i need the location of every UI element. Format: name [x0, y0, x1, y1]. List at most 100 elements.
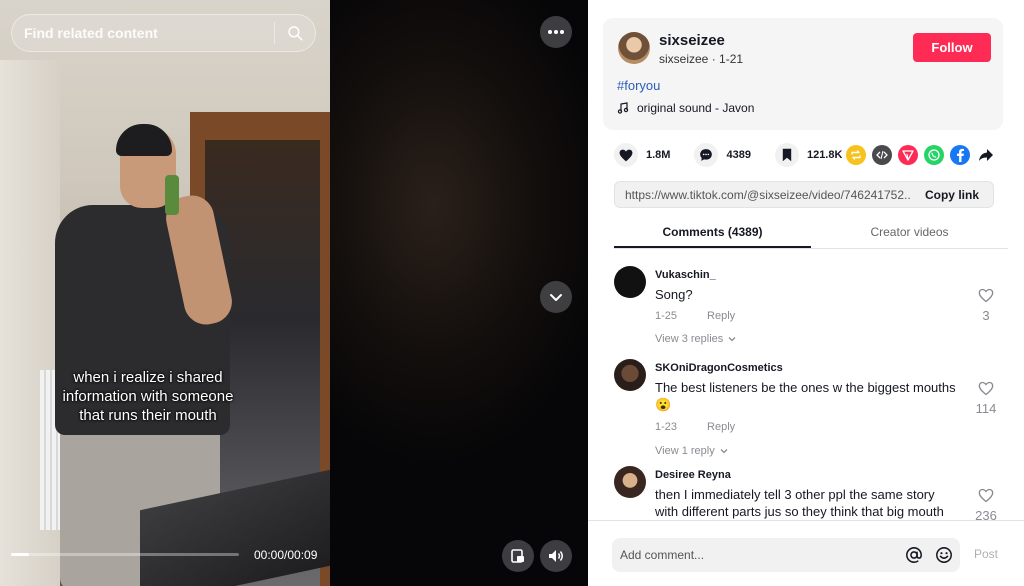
- comment-input-wrapper: [612, 538, 960, 572]
- embed-button[interactable]: [872, 145, 892, 165]
- like-stat: 1.8M: [614, 143, 670, 167]
- view-replies-label: View 3 replies: [655, 333, 724, 345]
- video-caption: when i realize i shared information with…: [30, 368, 266, 425]
- like-count: 1.8M: [646, 149, 671, 161]
- repost-button[interactable]: [846, 145, 866, 165]
- chevron-down-icon: [728, 337, 736, 342]
- hashtag-link[interactable]: #foryou: [617, 78, 660, 93]
- search-button[interactable]: [275, 14, 315, 52]
- copy-link-button[interactable]: Copy link: [911, 188, 993, 202]
- comment-like-count: 236: [975, 508, 997, 520]
- search-icon: [288, 26, 303, 41]
- caption-line: information with someone: [62, 388, 234, 405]
- video-pane: when i realize i shared information with…: [0, 0, 588, 586]
- save-button[interactable]: [774, 143, 799, 167]
- bookmark-icon: [782, 148, 792, 162]
- app-root: when i realize i shared information with…: [0, 0, 1024, 586]
- author-card: sixseizee sixseizee · 1-21 Follow #foryo…: [603, 18, 1003, 130]
- author-handle[interactable]: sixseizee: [659, 52, 708, 66]
- comment-stat: 4389: [694, 143, 751, 167]
- comment-input[interactable]: [612, 548, 900, 562]
- comment-like-count: 114: [975, 401, 997, 416]
- comment-text: then I immediately tell 3 other ppl the …: [655, 487, 944, 519]
- comment-meta: 1-25 Reply: [655, 310, 735, 322]
- chevron-down-icon: [550, 294, 562, 301]
- comment-button[interactable]: [694, 143, 719, 167]
- like-button[interactable]: [614, 143, 638, 167]
- comment-item: SKOniDragonCosmetics The best listeners …: [614, 359, 1014, 463]
- follow-button[interactable]: Follow: [913, 33, 991, 62]
- send-button[interactable]: [898, 145, 918, 165]
- caption-line: that runs their mouth: [79, 407, 217, 424]
- commenter-avatar[interactable]: [614, 266, 646, 298]
- reply-button[interactable]: Reply: [707, 310, 735, 322]
- sound-label: original sound - Javon: [637, 101, 755, 115]
- heart-outline-icon: [978, 381, 994, 396]
- comment-count: 4389: [726, 149, 751, 161]
- commenter-name[interactable]: SKOniDragonCosmetics: [655, 362, 783, 374]
- post-date: 1-21: [719, 52, 744, 66]
- share-more-button[interactable]: [976, 145, 996, 165]
- heart-outline-icon: [978, 488, 994, 503]
- view-replies-button[interactable]: View 3 replies: [655, 333, 737, 345]
- search-bar: [11, 14, 316, 52]
- mention-button[interactable]: [900, 541, 928, 569]
- engagement-stats: 1.8M 4389 121.8K: [614, 143, 866, 167]
- comment-item: Vukaschin_ Song? 1-25 Reply View 3 repli…: [614, 266, 1014, 356]
- commenter-name[interactable]: Vukaschin_: [655, 269, 716, 281]
- whatsapp-icon: [928, 149, 940, 161]
- save-stat: 121.8K: [774, 143, 842, 167]
- emoji-icon: [936, 547, 952, 563]
- commenter-avatar[interactable]: [614, 466, 646, 498]
- sound-link[interactable]: original sound - Javon: [617, 101, 754, 115]
- view-replies-button[interactable]: View 1 reply: [655, 445, 729, 457]
- comment-composer: Post: [588, 520, 1024, 586]
- comment-like-button[interactable]: 3: [974, 288, 998, 323]
- panel-tabs: Comments (4389) Creator videos: [614, 220, 1008, 249]
- video-progress-bar[interactable]: [11, 553, 239, 556]
- search-input[interactable]: [12, 15, 274, 51]
- author-username[interactable]: sixseizee: [659, 32, 725, 49]
- author-avatar[interactable]: [618, 32, 650, 64]
- post-comment-button[interactable]: Post: [974, 547, 998, 561]
- volume-icon: [549, 550, 563, 562]
- comment-text: Song?: [655, 287, 693, 302]
- next-video-button[interactable]: [540, 281, 572, 313]
- video-link-box: https://www.tiktok.com/@sixseizee/video/…: [614, 181, 994, 208]
- author-separator: ·: [711, 52, 720, 66]
- at-mention-icon: [906, 547, 922, 563]
- tab-comments[interactable]: Comments (4389): [614, 220, 811, 248]
- scene-phone: [165, 175, 179, 215]
- heart-icon: [619, 149, 633, 161]
- comment-like-button[interactable]: 114: [974, 381, 998, 416]
- more-options-button[interactable]: [540, 16, 572, 48]
- music-note-icon: [617, 102, 629, 114]
- share-buttons: [846, 145, 996, 165]
- facebook-button[interactable]: [950, 145, 970, 165]
- comment-date: 1-23: [655, 421, 678, 433]
- tab-creator-videos[interactable]: Creator videos: [811, 220, 1008, 248]
- comment-like-button[interactable]: 236: [974, 488, 998, 520]
- whatsapp-button[interactable]: [924, 145, 944, 165]
- embed-icon: [876, 150, 888, 160]
- author-subline: sixseizee · 1-21: [659, 52, 743, 66]
- video-url: https://www.tiktok.com/@sixseizee/video/…: [625, 187, 911, 202]
- picture-in-picture-button[interactable]: [502, 540, 534, 572]
- comment-meta: 1-23 Reply: [655, 421, 735, 433]
- volume-button[interactable]: [540, 540, 572, 572]
- chevron-down-icon: [720, 449, 728, 454]
- commenter-avatar[interactable]: [614, 359, 646, 391]
- comment-item: Desiree Reyna then I immediately tell 3 …: [614, 466, 1014, 520]
- commenter-name[interactable]: Desiree Reyna: [655, 469, 731, 481]
- send-icon: [902, 150, 914, 161]
- pip-icon: [511, 549, 524, 563]
- comment-list: Vukaschin_ Song? 1-25 Reply View 3 repli…: [588, 262, 1024, 520]
- details-panel: sixseizee sixseizee · 1-21 Follow #foryo…: [588, 0, 1024, 586]
- emoji-button[interactable]: [930, 541, 958, 569]
- reply-button[interactable]: Reply: [707, 421, 735, 433]
- comment-icon: [700, 149, 713, 161]
- more-icon: [548, 30, 564, 34]
- video-frame[interactable]: when i realize i shared information with…: [0, 0, 330, 586]
- repost-icon: [851, 150, 861, 160]
- heart-outline-icon: [978, 288, 994, 303]
